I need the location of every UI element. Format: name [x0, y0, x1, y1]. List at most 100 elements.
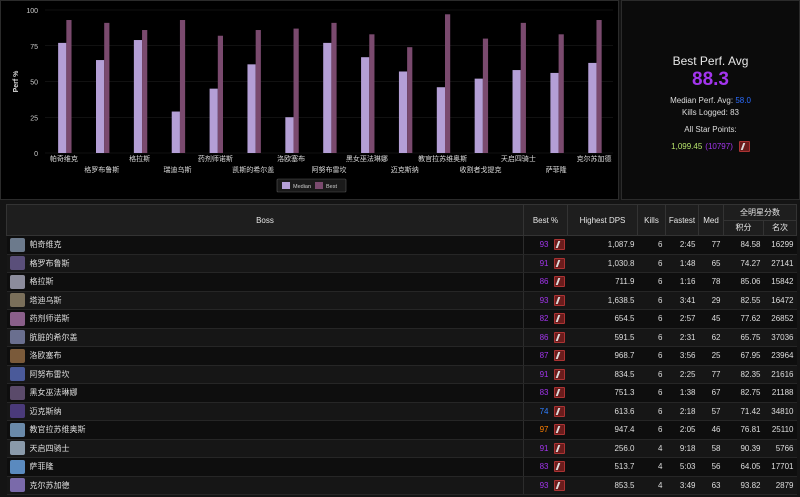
all-star-rank: 15842	[763, 272, 797, 292]
median-bar	[58, 42, 67, 153]
boss-name[interactable]: 格罗布鲁斯	[30, 258, 70, 269]
table-row[interactable]: 格拉斯 86 711.9 6 1:16 78 85.06 15842	[6, 272, 797, 292]
boss-cell[interactable]: 格拉斯	[6, 272, 524, 292]
table-row[interactable]: 黑女巫法琳娜 83 751.3 6 1:38 67 82.75 21188	[6, 383, 797, 403]
all-star-rank: 34810	[763, 402, 797, 421]
kills: 6	[637, 365, 666, 384]
header-fastest[interactable]: Fastest	[665, 204, 699, 236]
boss-avatar-icon	[9, 348, 25, 363]
x-tick-label: 黑女巫法琳娜	[346, 154, 388, 163]
median-bar	[398, 71, 408, 153]
performance-bar-chart: 0 25 50 75 100 Perf % 帕奇维克格罗布鲁斯 格拉斯瑞迪乌斯药剂师诺斯凯斯的…	[13, 8, 613, 193]
table-row[interactable]: 帕奇维克 93 1,087.9 6 2:45 77 84.58 16299	[6, 235, 797, 255]
table-row[interactable]: 肮脏的希尔盖 86 591.5 6 2:31 62 65.75 37036	[6, 328, 797, 347]
median-percent: 67	[698, 383, 724, 403]
best-percent: 86	[539, 277, 549, 287]
median-percent: 46	[698, 420, 724, 440]
kills: 6	[637, 291, 666, 310]
highest-dps: 947.4	[567, 420, 638, 440]
fastest: 5:03	[665, 457, 699, 477]
boss-name[interactable]: 帕奇维克	[30, 239, 62, 250]
boss-cell[interactable]: 肮脏的希尔盖	[6, 328, 524, 347]
table-row[interactable]: 格罗布鲁斯 91 1,030.8 6 1:48 65 74.27 27141	[6, 254, 797, 273]
table-row[interactable]: 教官拉苏维奥斯 97 947.4 6 2:05 46 76.81 25110	[6, 420, 797, 440]
header-kills[interactable]: Kills	[637, 204, 666, 236]
boss-name[interactable]: 天启四骑士	[30, 443, 70, 454]
table-row[interactable]: 克尔苏加德 93 853.5 4 3:49 63 93.82 2879	[6, 476, 797, 495]
warrior-spec-icon	[553, 313, 565, 325]
boss-cell[interactable]: 迈克斯纳	[6, 402, 524, 421]
median-percent: 45	[698, 309, 724, 329]
all-star-label: All Star Points:	[684, 125, 737, 134]
best-bar	[445, 14, 451, 154]
median-percent: 62	[698, 328, 724, 347]
table-row[interactable]: 阿努布雷坎 91 834.5 6 2:25 77 82.35 21616	[6, 365, 797, 384]
table-row[interactable]: 天启四骑士 91 256.0 4 9:18 58 90.39 5766	[6, 439, 797, 458]
median-percent: 65	[698, 254, 724, 273]
best-percent: 91	[539, 369, 549, 379]
table-row[interactable]: 塔迪乌斯 93 1,638.5 6 3:41 29 82.55 16472	[6, 291, 797, 310]
all-star-points: 85.06	[723, 272, 764, 292]
boss-name[interactable]: 洛欧塞布	[30, 350, 62, 361]
boss-name[interactable]: 塔迪乌斯	[30, 295, 62, 306]
boss-cell[interactable]: 阿努布雷坎	[6, 365, 524, 384]
best-perf-avg-value: 88.3	[692, 69, 729, 90]
best-percent: 87	[539, 351, 549, 361]
best-cell: 74	[523, 402, 568, 421]
highest-dps: 751.3	[567, 383, 638, 403]
header-points[interactable]: 积分	[723, 219, 764, 236]
boss-cell[interactable]: 黑女巫法琳娜	[6, 383, 524, 403]
all-star-points: 67.95	[723, 346, 764, 366]
boss-name[interactable]: 药剂师诺斯	[30, 313, 70, 324]
boss-cell[interactable]: 塔迪乌斯	[6, 291, 524, 310]
table-row[interactable]: 洛欧塞布 87 968.7 6 3:56 25 67.95 23964	[6, 346, 797, 366]
boss-name[interactable]: 克尔苏加德	[30, 480, 70, 491]
table-row[interactable]: 药剂师诺斯 82 654.5 6 2:57 45 77.62 26852	[6, 309, 797, 329]
y-tick-label: 25	[30, 115, 38, 122]
fastest: 1:48	[665, 254, 699, 273]
boss-cell[interactable]: 药剂师诺斯	[6, 309, 524, 329]
boss-cell[interactable]: 帕奇维克	[6, 235, 524, 255]
highest-dps: 711.9	[567, 272, 638, 292]
kills: 6	[637, 254, 666, 273]
boss-cell[interactable]: 克尔苏加德	[6, 476, 524, 495]
y-tick-label: 100	[26, 8, 38, 15]
x-tick-label: 克尔苏加德	[577, 154, 612, 163]
header-med[interactable]: Med	[698, 204, 724, 236]
kills: 6	[637, 346, 666, 366]
median-percent: 56	[698, 457, 724, 477]
boss-name[interactable]: 阿努布雷坎	[30, 369, 70, 380]
boss-name[interactable]: 格拉斯	[30, 276, 54, 287]
header-rank[interactable]: 名次	[763, 219, 797, 236]
highest-dps: 591.5	[567, 328, 638, 347]
all-star-points: 1,099.45 (10797)	[622, 141, 799, 152]
table-row[interactable]: 迈克斯纳 74 613.6 6 2:18 57 71.42 34810	[6, 402, 797, 421]
boss-cell[interactable]: 天启四骑士	[6, 439, 524, 458]
boss-cell[interactable]: 洛欧塞布	[6, 346, 524, 366]
boss-avatar-icon	[9, 459, 25, 474]
all-star-points: 82.35	[723, 365, 764, 384]
header-boss[interactable]: Boss	[6, 204, 524, 236]
boss-name[interactable]: 迈克斯纳	[30, 406, 62, 417]
boss-cell[interactable]: 萨菲隆	[6, 457, 524, 477]
table-row[interactable]: 萨菲隆 83 513.7 4 5:03 56 64.05 17701	[6, 457, 797, 477]
boss-name[interactable]: 肮脏的希尔盖	[30, 332, 78, 343]
header-highest-dps[interactable]: Highest DPS	[567, 204, 638, 236]
median-bar	[133, 40, 143, 153]
boss-name[interactable]: 黑女巫法琳娜	[30, 387, 78, 398]
boss-name[interactable]: 萨菲隆	[30, 461, 54, 472]
boss-avatar-icon	[9, 256, 25, 271]
median-bar	[96, 60, 105, 153]
boss-avatar-icon	[9, 293, 25, 308]
median-bar	[588, 62, 597, 153]
boss-cell[interactable]: 格罗布鲁斯	[6, 254, 524, 273]
warrior-spec-icon	[553, 350, 565, 362]
all-star-points: 82.75	[723, 383, 764, 403]
median-bar	[474, 78, 483, 153]
best-perf-avg-title: Best Perf. Avg	[672, 54, 749, 68]
fastest: 3:41	[665, 291, 699, 310]
all-star-points: 64.05	[723, 457, 764, 477]
header-best[interactable]: Best %	[523, 204, 568, 236]
boss-name[interactable]: 教官拉苏维奥斯	[30, 424, 86, 435]
boss-cell[interactable]: 教官拉苏维奥斯	[6, 420, 524, 440]
